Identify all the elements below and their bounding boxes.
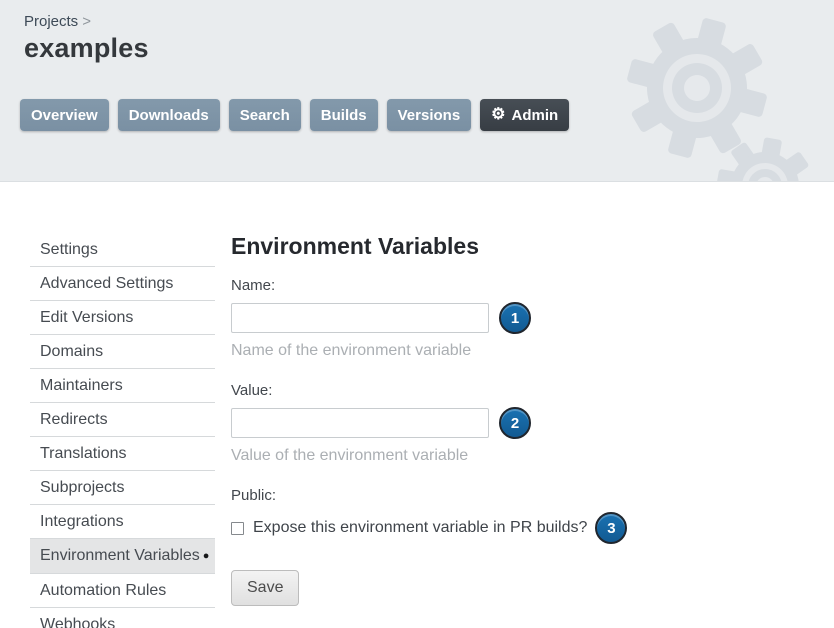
tab-versions[interactable]: Versions: [387, 99, 472, 131]
public-checkbox-label[interactable]: Expose this environment variable in PR b…: [253, 519, 587, 537]
project-tabs: Overview Downloads Search Builds Version…: [20, 99, 569, 131]
breadcrumb-separator: >: [82, 13, 91, 30]
tab-admin[interactable]: ⚙ Admin: [480, 99, 569, 131]
public-label: Public:: [231, 487, 627, 505]
sidebar-item-subprojects[interactable]: Subprojects: [30, 471, 215, 505]
page: Projects> examples Overview Downloads Se…: [0, 0, 834, 628]
environment-variables-panel: Environment Variables Name: 1 Name of th…: [231, 233, 627, 606]
sidebar-item-edit-versions[interactable]: Edit Versions: [30, 301, 215, 335]
name-input-row: 1: [231, 302, 627, 334]
environment-variable-form: Name: 1 Name of the environment variable…: [231, 277, 627, 606]
public-checkbox[interactable]: [231, 522, 244, 535]
sidebar-item-redirects[interactable]: Redirects: [30, 403, 215, 437]
sidebar-item-domains[interactable]: Domains: [30, 335, 215, 369]
tab-overview[interactable]: Overview: [20, 99, 109, 131]
sidebar-item-advanced-settings[interactable]: Advanced Settings: [30, 267, 215, 301]
name-label: Name:: [231, 277, 627, 295]
admin-sidebar-list: Settings Advanced Settings Edit Versions…: [30, 233, 215, 628]
callout-badge-1: 1: [499, 302, 531, 334]
sidebar-item-environment-variables-label: Environment Variables: [40, 547, 200, 564]
callout-badge-2: 2: [499, 407, 531, 439]
breadcrumb-projects-link[interactable]: Projects: [24, 13, 78, 30]
value-field-group: Value: 2 Value of the environment variab…: [231, 382, 627, 465]
project-header: Projects> examples Overview Downloads Se…: [0, 0, 834, 182]
page-title: examples: [24, 33, 149, 64]
active-item-marker: ●: [203, 550, 210, 562]
value-input-row: 2: [231, 407, 627, 439]
name-help-text: Name of the environment variable: [231, 341, 627, 360]
name-input[interactable]: [231, 303, 489, 333]
content: Settings Advanced Settings Edit Versions…: [0, 182, 834, 628]
sidebar-item-maintainers[interactable]: Maintainers: [30, 369, 215, 403]
sidebar-item-translations[interactable]: Translations: [30, 437, 215, 471]
sidebar-item-environment-variables[interactable]: Environment Variables●: [30, 539, 215, 574]
value-label: Value:: [231, 382, 627, 400]
sidebar-item-webhooks[interactable]: Webhooks: [30, 608, 215, 628]
name-field-group: Name: 1 Name of the environment variable: [231, 277, 627, 360]
breadcrumb: Projects>: [24, 13, 91, 30]
tab-builds[interactable]: Builds: [310, 99, 378, 131]
value-help-text: Value of the environment variable: [231, 446, 627, 465]
save-button[interactable]: Save: [231, 570, 299, 606]
sidebar-item-integrations[interactable]: Integrations: [30, 505, 215, 539]
section-title: Environment Variables: [231, 233, 627, 260]
gears-watermark-icon: [574, 0, 834, 182]
callout-badge-3: 3: [595, 512, 627, 544]
gear-icon: ⚙: [491, 107, 505, 123]
sidebar-item-automation-rules[interactable]: Automation Rules: [30, 574, 215, 608]
sidebar-item-settings[interactable]: Settings: [30, 233, 215, 267]
tab-search[interactable]: Search: [229, 99, 301, 131]
admin-sidebar: Settings Advanced Settings Edit Versions…: [30, 233, 215, 628]
public-checkbox-row: Expose this environment variable in PR b…: [231, 512, 627, 544]
public-field-group: Public: Expose this environment variable…: [231, 487, 627, 544]
tab-admin-label: Admin: [512, 107, 559, 124]
tab-downloads[interactable]: Downloads: [118, 99, 220, 131]
value-input[interactable]: [231, 408, 489, 438]
